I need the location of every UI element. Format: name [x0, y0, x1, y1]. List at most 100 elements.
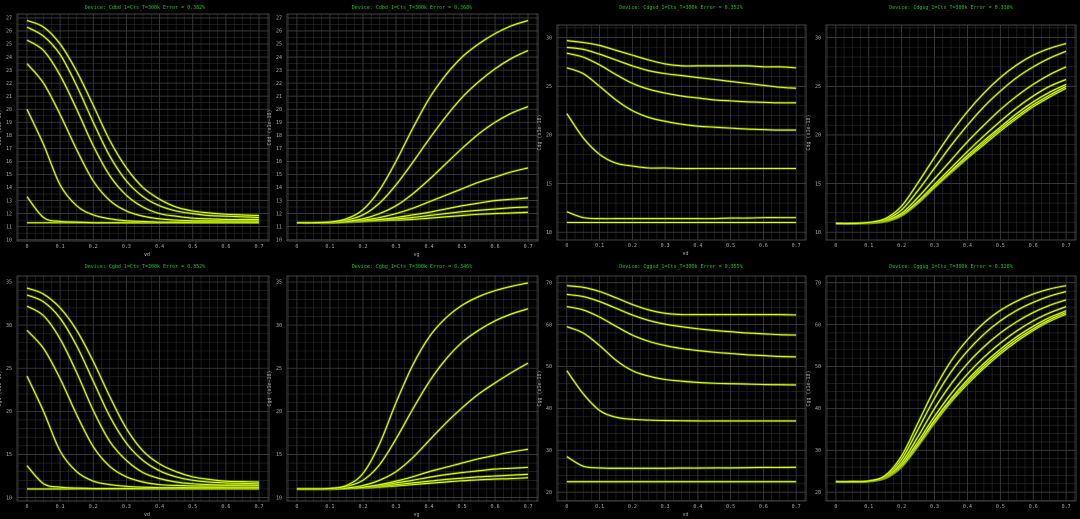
chart-3-xtick-label: 0.6: [759, 243, 768, 249]
chart-1-ytick-label: 24: [6, 55, 12, 61]
chart-7-ytick-label: 60: [546, 322, 552, 328]
chart-1-ytick-label: 14: [6, 185, 12, 191]
chart-2-ytick-label: 22: [276, 81, 282, 87]
chart-2-xtick-label: 0.4: [424, 244, 433, 250]
chart-7-xtick-label: 0.4: [693, 504, 702, 510]
chart-3-ytick-label: 15: [546, 181, 552, 187]
chart-2-xtick-label: 0.1: [325, 244, 334, 250]
chart-2-ytick-label: 26: [276, 29, 282, 35]
chart-3-xtick-label: 0.1: [595, 243, 604, 249]
chart-8-ytick-label: 50: [815, 364, 821, 370]
chart-1-xtick-label: 0.1: [56, 244, 65, 250]
chart-2-ytick-label: 12: [276, 211, 282, 217]
chart-6-ytick-label: 35: [276, 280, 282, 286]
chart-7-ytick-label: 50: [546, 364, 552, 370]
chart-2-xtick-label: 0.7: [524, 244, 533, 250]
chart-1-xtick-label: 0.6: [221, 244, 230, 250]
chart-6-xtick-label: 0: [295, 504, 298, 510]
chart-1-xtick-label: 0.5: [188, 244, 197, 250]
chart-1-ytick-label: 11: [6, 224, 12, 230]
chart-3-ytick-label: 30: [546, 35, 552, 41]
chart-2-xlabel: vg: [413, 252, 419, 258]
chart-8-ytick-label: 20: [815, 490, 821, 496]
chart-2-ytick-label: 10: [276, 237, 282, 243]
chart-5-xtick-label: 0.3: [122, 504, 131, 510]
chart-8-xtick-label: 0.1: [864, 504, 873, 510]
chart-2-ytick-label: 18: [276, 133, 282, 139]
chart-1-ytick-label: 18: [6, 133, 12, 139]
chart-8-xtick-label: 0.5: [996, 504, 1005, 510]
chart-8-xtick-label: 0.6: [1029, 504, 1038, 510]
chart-4-xtick-label: 0.2: [897, 243, 906, 249]
chart-8-xtick-label: 0.4: [963, 504, 972, 510]
chart-grid: Device: Cdbd_1=Cts_T=300k Error = 0.382%…: [0, 0, 1080, 519]
chart-1-ytick-label: 26: [6, 29, 12, 35]
chart-7-title: Device: Cggsd_1=Cts_T=300k Error = 0.355…: [619, 264, 742, 270]
chart-7-xlabel: vd: [682, 512, 688, 518]
chart-6-ytick-label: 10: [276, 495, 282, 501]
chart-1-ytick-label: 23: [6, 68, 12, 74]
chart-7-xtick-label: 0.6: [759, 504, 768, 510]
chart-3-xlabel: vd: [682, 251, 688, 257]
chart-4-xtick-label: 0: [834, 243, 837, 249]
chart-3-ytick-label: 20: [546, 133, 552, 139]
chart-1-ytick-label: 17: [6, 146, 12, 152]
chart-4-ytick-label: 30: [815, 35, 821, 41]
chart-1-ytick-label: 10: [6, 237, 12, 243]
chart-5-ytick-label: 15: [6, 452, 12, 458]
chart-1-ytick-label: 20: [6, 107, 12, 113]
chart-5-xtick-label: 0.6: [221, 504, 230, 510]
chart-2-ytick-label: 27: [276, 16, 282, 22]
chart-1-xtick-label: 0.3: [122, 244, 131, 250]
chart-7-xtick-label: 0.1: [595, 504, 604, 510]
chart-2-title: Device: Cdbd_1=Cts_T=300k Error = 0.368%: [352, 5, 472, 11]
chart-1-ytick-label: 19: [6, 120, 12, 126]
chart-1-ytick-label: 15: [6, 172, 12, 178]
chart-2-ylabel: Cdd (x1e-18): [267, 109, 273, 145]
chart-6-ytick-label: 20: [276, 409, 282, 415]
chart-1-ylabel: Cdd (x1e-18): [0, 109, 3, 145]
chart-1-xtick-label: 0.2: [89, 244, 98, 250]
chart-5-xtick-label: 0.4: [155, 504, 164, 510]
chart-5-xtick-label: 0.5: [188, 504, 197, 510]
chart-3-ytick-label: 25: [546, 84, 552, 90]
chart-1-xtick-label: 0: [25, 244, 28, 250]
chart-3-xtick-label: 0.3: [661, 243, 670, 249]
chart-7-xtick-label: 0.5: [726, 504, 735, 510]
chart-3-xtick-label: 0.4: [693, 243, 702, 249]
chart-4-xtick-label: 0.3: [930, 243, 939, 249]
chart-4-ytick-label: 25: [815, 84, 821, 90]
chart-7-ylabel: Cgg (x1e-18): [537, 370, 543, 406]
chart-7-xtick-label: 0.3: [661, 504, 670, 510]
chart-5-xtick-label: 0.7: [255, 504, 264, 510]
chart-8-xtick-label: 0.2: [897, 504, 906, 510]
chart-5-ytick-label: 25: [6, 366, 12, 372]
chart-8-ytick-label: 70: [815, 280, 821, 286]
chart-4-xtick-label: 0.4: [963, 243, 972, 249]
chart-3-title: Device: Cdgsd_1=Cts_T=300k Error = 0.352…: [619, 5, 742, 11]
chart-8-ytick-label: 60: [815, 322, 821, 328]
chart-1-ytick-label: 27: [6, 16, 12, 22]
chart-5-ytick-label: 35: [6, 280, 12, 286]
chart-7-ytick-label: 40: [546, 406, 552, 412]
chart-3-xtick-label: 0: [565, 243, 568, 249]
chart-8-ylabel: Cgg (x1e-18): [806, 370, 812, 406]
chart-7-ytick-label: 20: [546, 490, 552, 496]
chart-5-xlabel: vd: [144, 512, 150, 518]
chart-5-title: Device: Cgbd_1=Cts_T=300k Error = 0.352%: [85, 264, 205, 270]
chart-5-xtick-label: 0.2: [89, 504, 98, 510]
chart-4-title: Device: Cdgsg_1=Cts_T=300k Error = 0.338…: [889, 5, 1012, 11]
chart-2-ytick-label: 23: [276, 68, 282, 74]
chart-2-xtick-label: 0.3: [391, 244, 400, 250]
chart-5-xtick-label: 0: [25, 504, 28, 510]
chart-6-ytick-label: 25: [276, 366, 282, 372]
chart-6-xtick-label: 0.3: [391, 504, 400, 510]
chart-2-ytick-label: 19: [276, 120, 282, 126]
chart-7-ytick-label: 30: [546, 448, 552, 454]
chart-8-ytick-label: 40: [815, 406, 821, 412]
chart-6-xlabel: vg: [413, 512, 419, 518]
chart-8-xtick-label: 0.7: [1062, 504, 1071, 510]
chart-2-xtick-label: 0.5: [458, 244, 467, 250]
chart-6-xtick-label: 0.4: [424, 504, 433, 510]
chart-1-xtick-label: 0.7: [255, 244, 264, 250]
